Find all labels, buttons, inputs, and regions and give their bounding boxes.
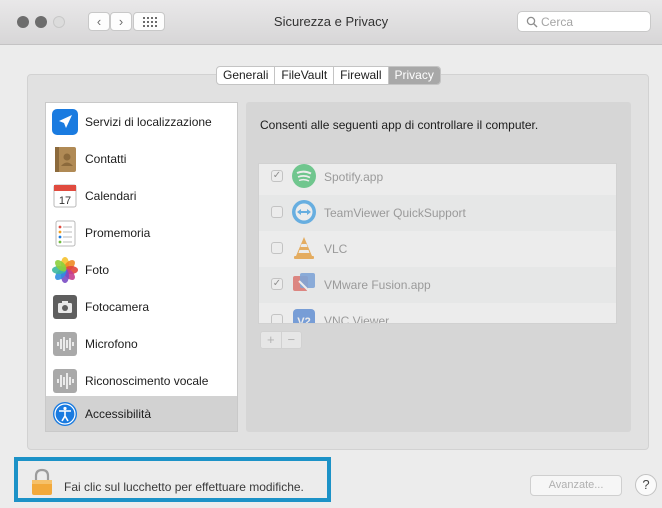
tab-privacy[interactable]: Privacy xyxy=(388,67,440,84)
location-arrow-icon xyxy=(52,109,78,135)
sidebar-item-label: Fotocamera xyxy=(85,300,150,314)
app-name: TeamViewer QuickSupport xyxy=(324,206,466,220)
app-row-vnc-viewer[interactable]: V2 VNC Viewer xyxy=(259,303,616,324)
speech-waveform-icon xyxy=(53,369,77,393)
app-name: VLC xyxy=(324,242,348,256)
sidebar-item-calendars[interactable]: 17 Calendari xyxy=(46,178,237,215)
teamviewer-icon xyxy=(292,200,316,224)
spotify-icon xyxy=(292,164,316,188)
app-row-spotify[interactable]: ✓ Spotify.app xyxy=(259,164,616,195)
sidebar-item-label: Contatti xyxy=(85,152,127,166)
app-checkbox[interactable]: ✓ xyxy=(271,278,283,290)
app-checkbox[interactable] xyxy=(271,206,283,218)
search-placeholder: Cerca xyxy=(541,15,574,29)
remove-app-button[interactable]: − xyxy=(282,332,302,348)
title-bar: ‹ › Sicurezza e Privacy Cerca xyxy=(0,0,662,45)
app-row-vlc[interactable]: VLC xyxy=(259,231,616,267)
padlock-icon[interactable] xyxy=(31,468,53,496)
app-checkbox[interactable] xyxy=(271,242,283,254)
tab-bar: Generali FileVault Firewall Privacy xyxy=(216,66,441,85)
contacts-book-icon xyxy=(55,147,76,172)
sidebar-item-label: Foto xyxy=(85,263,110,277)
sidebar-item-accessibility[interactable]: Accessibilità xyxy=(46,396,237,431)
sidebar-item-photos[interactable]: Foto xyxy=(46,252,237,289)
vnc-icon-text: V2 xyxy=(297,316,310,324)
advanced-button[interactable]: Avanzate... xyxy=(530,475,622,496)
calendar-icon: 17 xyxy=(53,184,77,208)
help-button[interactable]: ? xyxy=(635,474,657,496)
sidebar-item-label: Servizi di localizzazione xyxy=(85,115,212,129)
sidebar-item-location-services[interactable]: Servizi di localizzazione xyxy=(46,104,237,141)
photos-flower-icon xyxy=(52,257,78,283)
tab-filevault[interactable]: FileVault xyxy=(275,67,335,84)
camera-icon xyxy=(53,295,77,319)
sidebar-item-label: Calendari xyxy=(85,189,137,203)
add-app-button[interactable]: + xyxy=(261,332,282,348)
sidebar-item-contacts[interactable]: Contatti xyxy=(46,141,237,178)
microphone-waveform-icon xyxy=(53,332,77,356)
sidebar-item-speech-recognition[interactable]: Riconoscimento vocale xyxy=(46,363,237,400)
sidebar-item-label: Microfono xyxy=(85,337,138,351)
app-list[interactable]: ✓ Spotify.app TeamViewer QuickSupport VL… xyxy=(258,163,617,324)
accessibility-icon xyxy=(53,402,77,426)
app-checkbox[interactable] xyxy=(271,314,283,323)
vnc-viewer-icon: V2 xyxy=(293,309,315,324)
add-remove-controls: + − xyxy=(260,331,302,349)
sidebar-item-label: Accessibilità xyxy=(85,407,152,421)
tab-firewall[interactable]: Firewall xyxy=(334,67,389,84)
calendar-day-text: 17 xyxy=(59,195,71,207)
system-preferences-window: ‹ › Sicurezza e Privacy Cerca Generali F… xyxy=(0,0,662,508)
search-icon xyxy=(526,16,538,28)
privacy-category-list[interactable]: Servizi di localizzazione Contatti 17 Ca… xyxy=(45,102,238,432)
app-name: VMware Fusion.app xyxy=(324,278,431,292)
search-field[interactable]: Cerca xyxy=(517,11,651,32)
tab-generali[interactable]: Generali xyxy=(217,67,276,84)
vlc-cone-icon xyxy=(294,237,314,259)
lock-instruction-text: Fai clic sul lucchetto per effettuare mo… xyxy=(64,480,304,494)
app-checkbox[interactable]: ✓ xyxy=(271,170,283,182)
sidebar-item-label: Promemoria xyxy=(85,226,151,240)
sidebar-item-reminders[interactable]: Promemoria xyxy=(46,215,237,252)
sidebar-item-camera[interactable]: Fotocamera xyxy=(46,289,237,326)
app-row-vmware-fusion[interactable]: ✓ VMware Fusion.app xyxy=(259,267,616,303)
sidebar-item-label: Riconoscimento vocale xyxy=(85,374,209,388)
sidebar-item-microphone[interactable]: Microfono xyxy=(46,326,237,363)
vmware-fusion-icon xyxy=(293,273,315,292)
app-name: VNC Viewer xyxy=(324,314,390,324)
reminders-icon xyxy=(55,220,76,247)
pane-description: Consenti alle seguenti app di controllar… xyxy=(260,118,539,132)
app-name: Spotify.app xyxy=(324,170,384,184)
app-row-teamviewer[interactable]: TeamViewer QuickSupport xyxy=(259,195,616,231)
